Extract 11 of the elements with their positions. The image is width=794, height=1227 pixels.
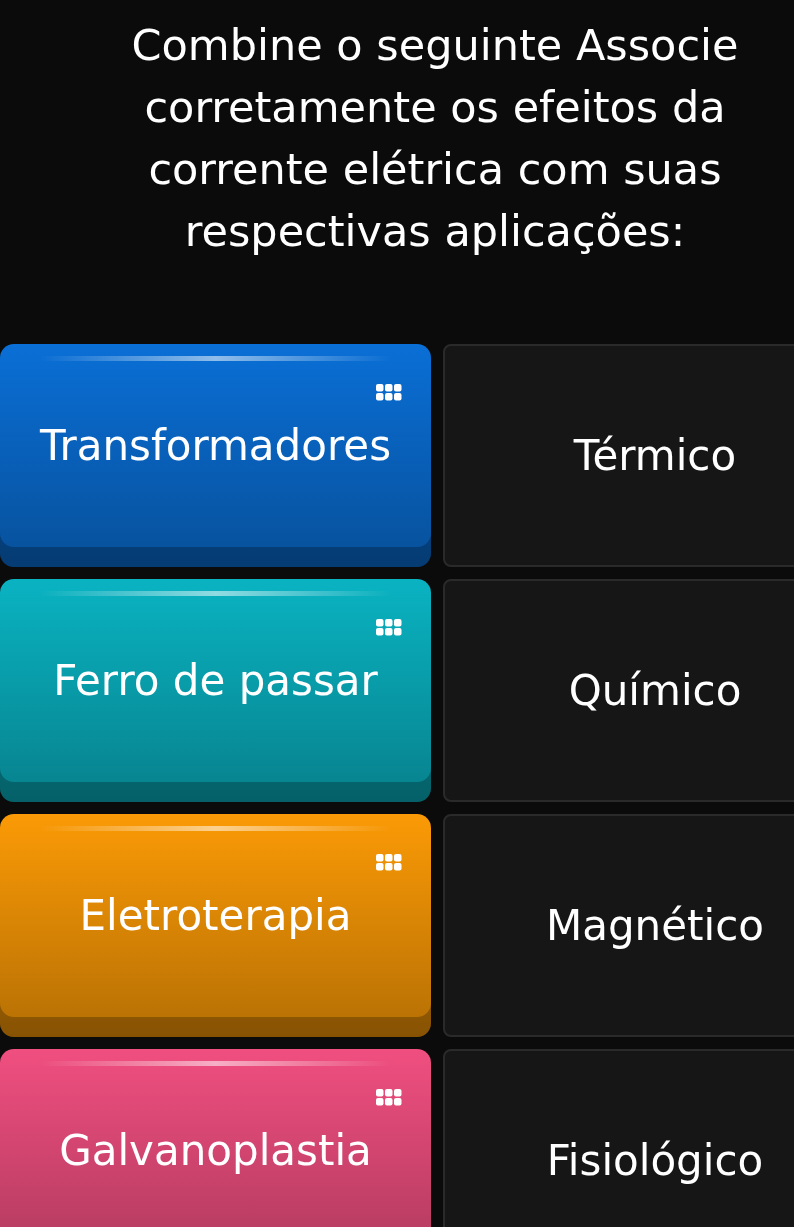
- drop-target-card[interactable]: Fisiológico: [443, 1049, 794, 1227]
- drag-handle-icon: [376, 854, 402, 871]
- draggable-answer-card[interactable]: Transformadores: [0, 344, 431, 567]
- drag-handle-icon: [376, 384, 402, 401]
- drag-handle-icon: [376, 619, 402, 636]
- drop-target-card[interactable]: Magnético: [443, 814, 794, 1037]
- draggable-answer-card[interactable]: Galvanoplastia: [0, 1049, 431, 1227]
- drag-handle-icon: [376, 1089, 402, 1106]
- drop-target-card[interactable]: Térmico: [443, 344, 794, 567]
- question-title: Combine o seguinte Associe corretamente os efeitos da corrente elétrica com suas respectivas aplicações:: [130, 19, 740, 258]
- drop-target-card[interactable]: Químico: [443, 579, 794, 802]
